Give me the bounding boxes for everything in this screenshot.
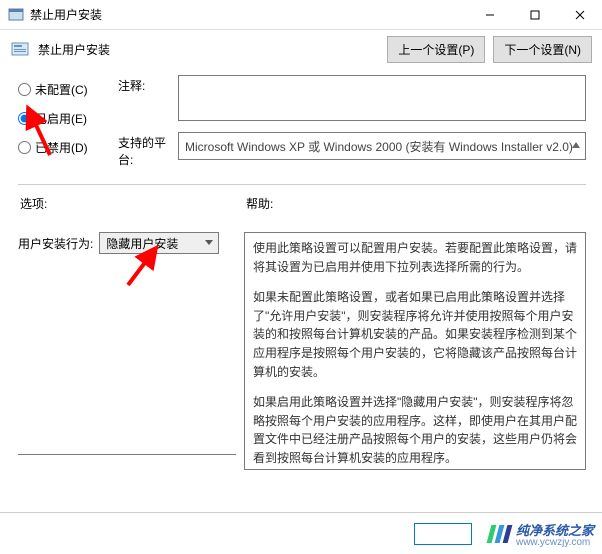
window-icon bbox=[8, 7, 24, 23]
watermark-stripes-icon bbox=[489, 525, 510, 543]
separator bbox=[18, 184, 586, 185]
radio-enabled-input[interactable] bbox=[18, 112, 31, 125]
policy-icon bbox=[10, 40, 30, 60]
comment-label: 注释: bbox=[118, 75, 178, 94]
radio-disabled[interactable]: 已禁用(D) bbox=[18, 139, 118, 156]
help-paragraph-2: 如果未配置此策略设置，或者如果已启用此策略设置并选择了"允许用户安装"，则安装程… bbox=[253, 288, 577, 381]
comment-textarea[interactable] bbox=[178, 75, 586, 121]
header-row: 禁止用户安装 上一个设置(P) 下一个设置(N) bbox=[0, 30, 602, 69]
watermark-url: www.ycwzjy.com bbox=[516, 537, 594, 548]
watermark-brand: 纯净系统之家 bbox=[516, 523, 594, 538]
radio-disabled-label: 已禁用(D) bbox=[35, 139, 88, 156]
options-header: 选项: bbox=[20, 195, 236, 212]
scroll-up-icon[interactable] bbox=[571, 139, 581, 153]
radio-disabled-input[interactable] bbox=[18, 141, 31, 154]
radio-not-configured[interactable]: 未配置(C) bbox=[18, 81, 118, 98]
close-button[interactable] bbox=[557, 0, 602, 30]
supported-platform-box: Microsoft Windows XP 或 Windows 2000 (安装有… bbox=[178, 132, 586, 160]
supported-platform-value: Microsoft Windows XP 或 Windows 2000 (安装有… bbox=[185, 138, 573, 155]
install-behavior-value: 隐藏用户安装 bbox=[106, 235, 178, 252]
prev-setting-button[interactable]: 上一个设置(P) bbox=[387, 36, 485, 63]
radio-not-configured-label: 未配置(C) bbox=[35, 81, 88, 98]
focused-button-outline[interactable] bbox=[414, 523, 472, 545]
help-text-box: 使用此策略设置可以配置用户安装。若要配置此策略设置，请将其设置为已启用并使用下拉… bbox=[244, 232, 586, 470]
next-setting-button[interactable]: 下一个设置(N) bbox=[493, 36, 592, 63]
radio-enabled[interactable]: 已启用(E) bbox=[18, 110, 118, 127]
help-header: 帮助: bbox=[246, 195, 586, 212]
radio-not-configured-input[interactable] bbox=[18, 83, 31, 96]
state-radio-group: 未配置(C) 已启用(E) 已禁用(D) bbox=[18, 75, 118, 168]
install-behavior-label: 用户安装行为: bbox=[18, 235, 93, 252]
watermark: 纯净系统之家 www.ycwzjy.com bbox=[489, 520, 594, 548]
maximize-button[interactable] bbox=[512, 0, 557, 30]
radio-enabled-label: 已启用(E) bbox=[35, 110, 87, 127]
page-title: 禁止用户安装 bbox=[38, 41, 379, 58]
options-bottom-border bbox=[18, 454, 236, 474]
install-behavior-combo[interactable]: 隐藏用户安装 bbox=[99, 232, 219, 254]
help-paragraph-3: 如果启用此策略设置并选择"隐藏用户安装"，则安装程序将忽略按照每个用户安装的应用… bbox=[253, 393, 577, 467]
help-paragraph-1: 使用此策略设置可以配置用户安装。若要配置此策略设置，请将其设置为已启用并使用下拉… bbox=[253, 239, 577, 276]
chevron-down-icon bbox=[204, 236, 214, 250]
platform-label: 支持的平台: bbox=[118, 132, 178, 168]
window-title: 禁止用户安装 bbox=[30, 6, 467, 23]
minimize-button[interactable] bbox=[467, 0, 512, 30]
titlebar: 禁止用户安装 bbox=[0, 0, 602, 30]
